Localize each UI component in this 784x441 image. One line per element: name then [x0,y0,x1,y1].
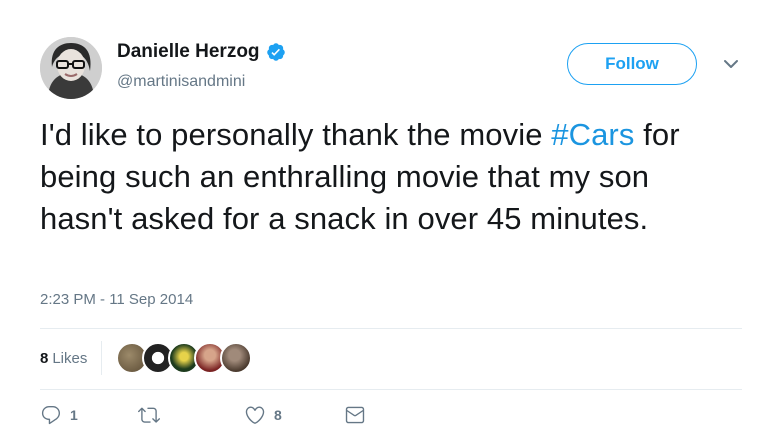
tweet-timestamp[interactable]: 2:23 PM - 11 Sep 2014 [40,291,193,308]
retweet-button[interactable] [137,404,169,426]
author-name-row[interactable]: Danielle Herzog [117,41,286,63]
retweet-icon [137,404,161,426]
author-handle[interactable]: @martinisandmini [117,73,245,91]
mail-icon [344,404,366,426]
likes-separator [101,341,103,375]
author-name[interactable]: Danielle Herzog [117,41,260,63]
divider-bottom [40,389,742,390]
like-count: 8 [274,407,282,423]
author-avatar[interactable] [40,37,102,99]
reply-count: 1 [70,407,78,423]
direct-message-button[interactable] [344,404,366,426]
liker-avatar[interactable] [220,342,253,374]
likes-count[interactable]: 8 [40,350,48,367]
follow-button[interactable]: Follow [567,43,697,85]
reply-button[interactable]: 1 [40,404,78,426]
tweet-text-before: I'd like to personally thank the movie [40,117,552,152]
chevron-down-icon[interactable] [721,57,741,71]
hashtag-link[interactable]: #Cars [551,117,634,152]
likes-row: 8 Likes [40,341,253,375]
reply-icon [40,404,62,426]
likes-label[interactable]: Likes [52,350,87,367]
verified-badge-icon [266,42,286,62]
heart-icon [244,404,266,426]
tweet-text: I'd like to personally thank the movie #… [40,114,740,240]
like-button[interactable]: 8 [244,404,282,426]
divider-top [40,328,742,329]
